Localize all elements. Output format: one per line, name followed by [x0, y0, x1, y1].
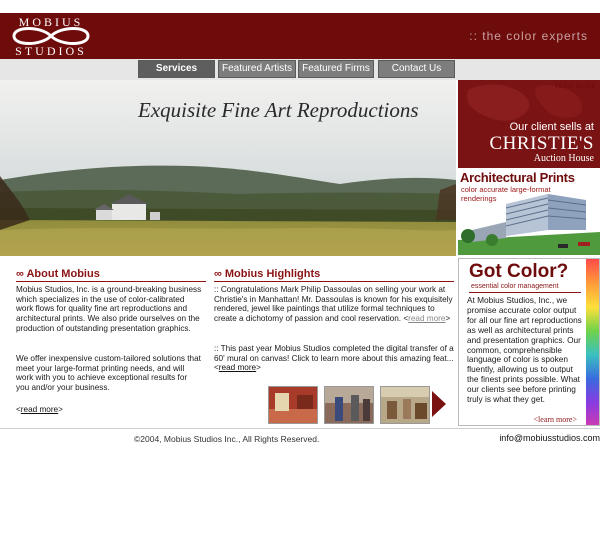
got-color-panel: Got Color? essential color management At…: [458, 258, 600, 426]
about-paragraph-2: We offer inexpensive custom-tailored sol…: [16, 354, 201, 393]
christies-line1: Our client sells at: [509, 121, 594, 133]
sidebar-read-more-link[interactable]: read more: [555, 80, 596, 90]
gallery-next-arrow-icon[interactable]: [432, 391, 446, 417]
footer-divider: [0, 428, 600, 429]
highlight-item-mural: :: This past year Mobius Studios complet…: [214, 344, 454, 373]
highlight-close-2: >: [256, 363, 261, 373]
gallery-thumbnail-image-3: [381, 387, 429, 423]
logo-bottom-text: STUDIOS: [15, 44, 87, 58]
highlight-item-christies: :: Congratulations Mark Philip Dassoulas…: [214, 285, 456, 324]
gallery-thumbnail-1[interactable]: [268, 386, 318, 424]
about-read-more-link[interactable]: read more: [21, 405, 58, 414]
gallery-thumbnail-2[interactable]: [324, 386, 374, 424]
contact-email-link[interactable]: info@mobiusstudios.com: [499, 433, 600, 443]
mobius-logo[interactable]: MOBIUS STUDIOS: [4, 13, 98, 59]
building-rendering-image: [458, 194, 600, 255]
highlights-divider: [214, 281, 454, 282]
about-paragraph-1: Mobius Studios, Inc. is a ground-breakin…: [16, 285, 202, 333]
got-color-subtitle: essential color management: [471, 283, 559, 290]
highlight-close-1: >: [445, 314, 451, 324]
christies-line2: CHRISTIE'S: [489, 133, 594, 154]
gallery-thumbnail-image-1: [269, 387, 317, 423]
about-read-more: <read more>: [16, 405, 63, 415]
hero-title: Exquisite Fine Art Reproductions: [138, 98, 419, 122]
christies-line3: Auction House: [533, 153, 594, 164]
got-color-divider: [469, 292, 581, 293]
highlight-read-more-link-2[interactable]: read more: [219, 363, 256, 372]
gallery-thumbnail-image-2: [325, 387, 373, 423]
highlight-read-more-link-1[interactable]: read more: [408, 314, 445, 323]
header-bar: MOBIUS STUDIOS :: the color experts: [0, 13, 600, 59]
got-color-body: At Mobius Studios, Inc., we promise accu…: [467, 295, 582, 405]
nav-featured-artists[interactable]: Featured Artists: [218, 60, 296, 78]
about-divider: [16, 281, 206, 282]
about-read-more-close: >: [58, 405, 63, 414]
hero-banner: Exquisite Fine Art Reproductions: [0, 80, 456, 256]
about-heading: ∞ About Mobius: [16, 268, 100, 280]
architectural-prints-promo[interactable]: Architectural Prints color accurate larg…: [458, 170, 600, 255]
nav-contact-us[interactable]: Contact Us: [378, 60, 455, 78]
color-spectrum-strip: [586, 259, 599, 425]
nav-featured-firms[interactable]: Featured Firms: [298, 60, 374, 78]
learn-more-link[interactable]: <learn more>: [534, 415, 577, 424]
infinity-logo-icon: [12, 27, 90, 45]
nav-services[interactable]: Services: [138, 60, 215, 78]
copyright-notice: ©2004, Mobius Studios Inc., All Rights R…: [134, 434, 320, 444]
christies-promo[interactable]: Our client sells at CHRISTIE'S Auction H…: [458, 80, 600, 168]
gallery-thumbnail-3[interactable]: [380, 386, 430, 424]
tagline: :: the color experts: [469, 29, 588, 43]
page: MOBIUS STUDIOS :: the color experts Serv…: [0, 0, 600, 547]
highlights-heading: ∞ Mobius Highlights: [214, 268, 321, 280]
got-color-title: Got Color?: [469, 261, 569, 282]
